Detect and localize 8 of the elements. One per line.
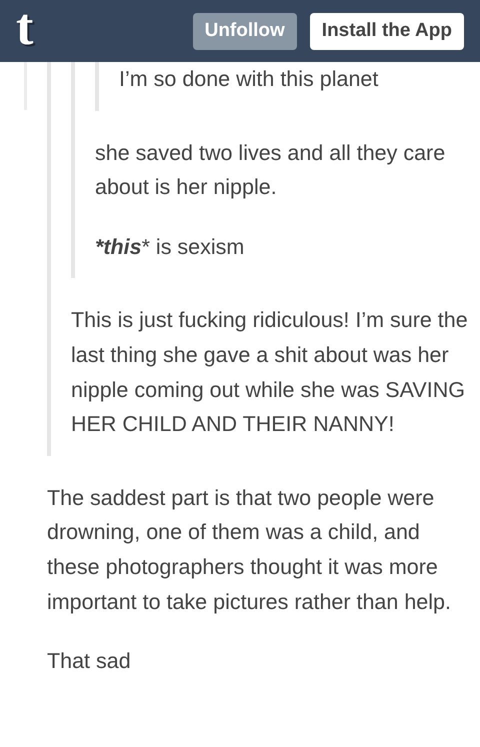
post-text: *this* is sexism xyxy=(95,234,246,261)
post-text: I’m so done with this planet xyxy=(119,66,380,93)
post-text: she saved two lives and all they care about is her nipple. xyxy=(95,140,446,202)
post-text: This is just fucking ridiculous! I’m sure the last thing she gave a shit about was her nipple coming out while she was SAVING HER CHILD AND THEIR NANNY! xyxy=(71,307,469,438)
post-text: That sad xyxy=(47,648,132,676)
post-text: The saddest part is that two people were drowning, one of them was a child, and these photographers thought it was more important to take pictures rather than help. xyxy=(47,484,452,616)
install-app-button[interactable]: Install the App xyxy=(310,12,464,50)
logo[interactable]: t xyxy=(16,2,34,54)
